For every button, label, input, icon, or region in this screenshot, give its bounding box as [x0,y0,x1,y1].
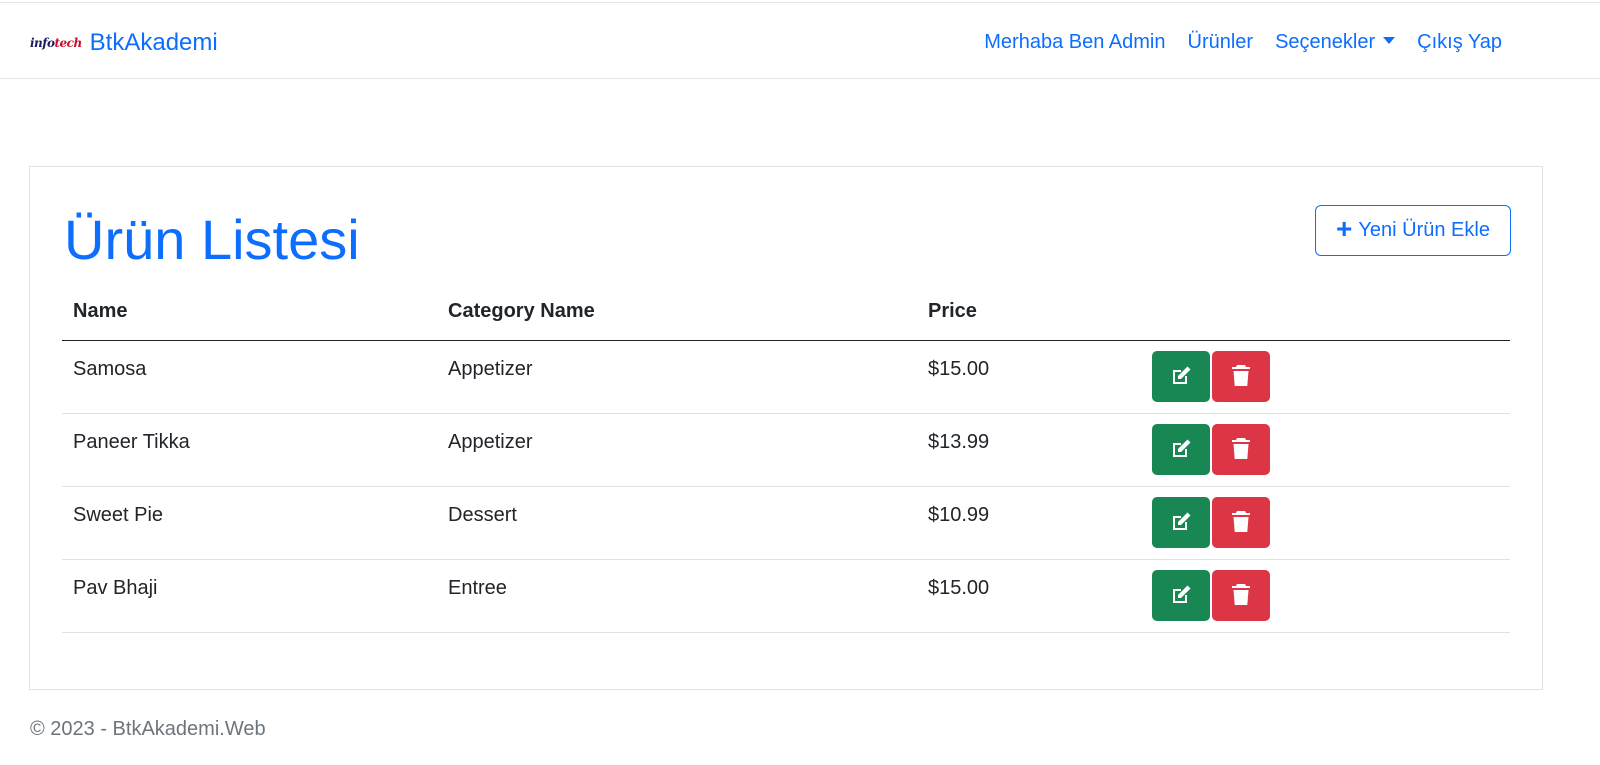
nav-logout[interactable]: Çıkış Yap [1417,31,1502,54]
edit-icon [1173,366,1191,384]
header-actions [1141,284,1510,341]
edit-icon [1173,585,1191,603]
cell-category: Appetizer [437,413,917,487]
cell-name: Paneer Tikka [62,413,437,487]
cell-category: Appetizer [437,340,917,414]
product-list-card: Ürün Listesi + Yeni Ürün Ekle Name Categ… [29,166,1543,690]
cell-name: Pav Bhaji [62,559,437,633]
add-product-button[interactable]: + Yeni Ürün Ekle [1315,205,1511,256]
cell-actions [1141,559,1510,633]
table-row: Sweet Pie Dessert $10.99 [62,486,1510,560]
trash-icon [1232,438,1250,459]
delete-button[interactable] [1212,423,1270,475]
cell-actions [1141,486,1510,560]
add-product-label: Yeni Ürün Ekle [1358,219,1490,241]
edit-button[interactable] [1152,350,1210,402]
cell-price: $15.00 [917,559,1141,633]
cell-name: Samosa [62,340,437,414]
delete-button[interactable] [1212,350,1270,402]
edit-icon [1173,512,1191,530]
table-row: Paneer Tikka Appetizer $13.99 [62,413,1510,487]
nav-greeting[interactable]: Merhaba Ben Admin [984,31,1165,54]
table-header-row: Name Category Name Price [62,284,1510,341]
caret-down-icon [1383,37,1396,44]
cell-price: $13.99 [917,413,1141,487]
cell-actions [1141,413,1510,487]
cell-price: $10.99 [917,486,1141,560]
cell-price: $15.00 [917,340,1141,414]
page-title: Ürün Listesi [64,208,360,271]
nav-options-label: Seçenekler [1275,31,1376,53]
edit-button[interactable] [1152,496,1210,548]
cell-name: Sweet Pie [62,486,437,560]
edit-button[interactable] [1152,569,1210,621]
header-category: Category Name [437,284,917,341]
header-name: Name [62,284,437,341]
header-price: Price [917,284,1141,341]
footer-copyright: © 2023 - BtkAkademi.Web [30,718,266,740]
nav-products[interactable]: Ürünler [1188,31,1254,54]
delete-button[interactable] [1212,496,1270,548]
product-table: Name Category Name Price Samosa Appetize… [62,284,1510,633]
cell-category: Entree [437,559,917,633]
trash-icon [1232,365,1250,386]
table-row: Samosa Appetizer $15.00 [62,340,1510,414]
edit-icon [1173,439,1191,457]
plus-icon: + [1336,213,1353,244]
brand-link[interactable]: infotech BtkAkademi [30,29,218,57]
cell-actions [1141,340,1510,414]
brand-name: BtkAkademi [89,29,218,56]
infotech-logo: infotech [30,36,82,50]
table-row: Pav Bhaji Entree $15.00 [62,559,1510,633]
navbar: infotech BtkAkademi Merhaba Ben Admin Ür… [0,2,1600,79]
edit-button[interactable] [1152,423,1210,475]
nav-links: Merhaba Ben Admin Ürünler Seçenekler Çık… [984,31,1502,54]
nav-options-dropdown[interactable]: Seçenekler [1275,31,1396,54]
trash-icon [1232,511,1250,532]
cell-category: Dessert [437,486,917,560]
delete-button[interactable] [1212,569,1270,621]
trash-icon [1232,584,1250,605]
